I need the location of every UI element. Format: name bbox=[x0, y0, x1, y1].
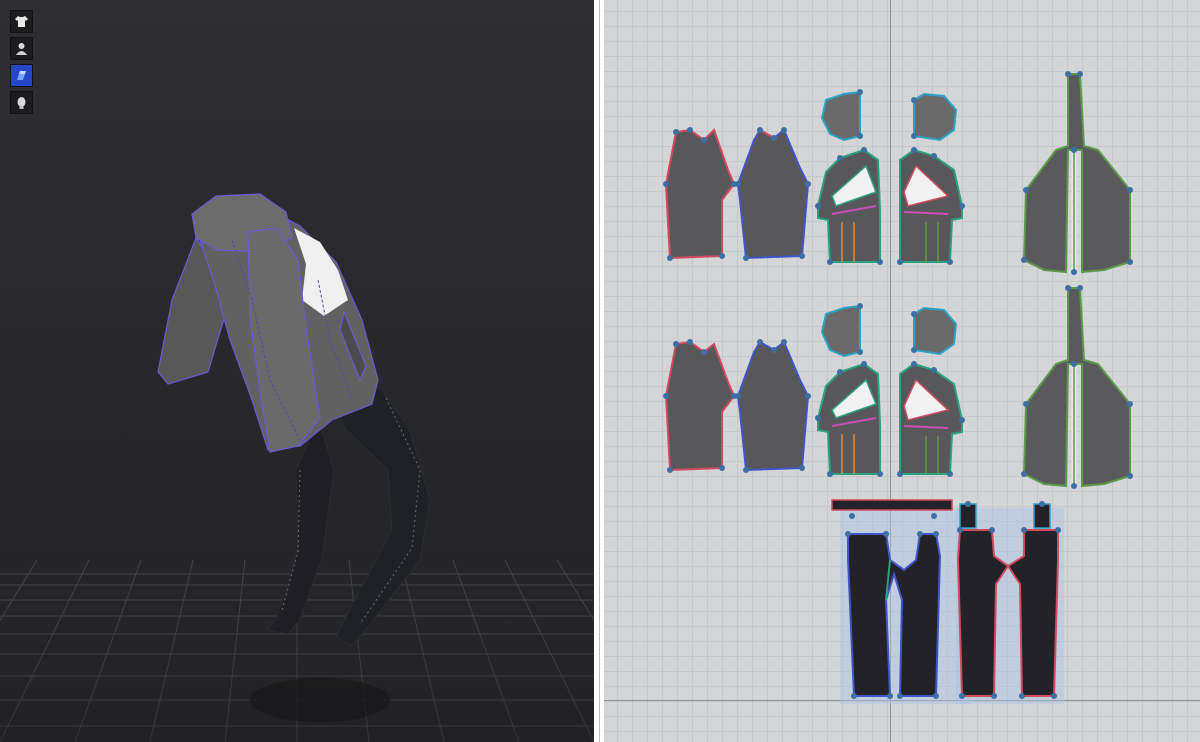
pattern-piece-sleeve-right-1[interactable] bbox=[735, 127, 811, 261]
pattern-piece-front-left-1[interactable] bbox=[815, 147, 883, 265]
tshirt-icon bbox=[15, 16, 28, 27]
pattern-piece-pants-back[interactable] bbox=[956, 501, 1064, 704]
pattern-piece-front-right-1[interactable] bbox=[897, 147, 965, 265]
pattern-piece-hood-right-2[interactable] bbox=[911, 306, 958, 356]
pattern-canvas[interactable] bbox=[604, 0, 1200, 742]
pattern-piece-back-2[interactable] bbox=[1021, 285, 1133, 489]
pattern-piece-front-right-2[interactable] bbox=[897, 361, 965, 477]
pattern-piece-sleeve-left-1[interactable] bbox=[663, 127, 737, 261]
viewport-toolbar bbox=[10, 10, 33, 114]
avatar-head-icon bbox=[17, 97, 26, 109]
3d-scene[interactable] bbox=[0, 0, 594, 742]
2d-pattern-window[interactable] bbox=[604, 0, 1200, 742]
pattern-piece-hood-left-1[interactable] bbox=[820, 89, 863, 142]
avatar-bust-icon bbox=[16, 43, 27, 55]
pattern-piece-front-left-2[interactable] bbox=[815, 361, 883, 477]
show-avatar-head-button[interactable] bbox=[10, 91, 33, 114]
view-splitter[interactable] bbox=[599, 0, 600, 742]
jacket-3d[interactable] bbox=[157, 193, 379, 453]
pattern-piece-pants-front[interactable] bbox=[831, 499, 970, 704]
fabric-mode-button[interactable] bbox=[10, 64, 33, 87]
3d-viewport[interactable] bbox=[0, 0, 594, 742]
pattern-piece-hood-left-2[interactable] bbox=[820, 303, 863, 358]
fabric-swatch-icon bbox=[17, 71, 26, 80]
show-garment-button[interactable] bbox=[10, 10, 33, 33]
pattern-piece-back-1[interactable] bbox=[1021, 71, 1133, 275]
show-avatar-button[interactable] bbox=[10, 37, 33, 60]
pattern-piece-sleeve-right-2[interactable] bbox=[735, 339, 811, 473]
avatar-shadow bbox=[250, 678, 390, 722]
pattern-piece-hood-right-1[interactable] bbox=[911, 92, 958, 142]
pattern-piece-sleeve-left-2[interactable] bbox=[663, 339, 737, 473]
